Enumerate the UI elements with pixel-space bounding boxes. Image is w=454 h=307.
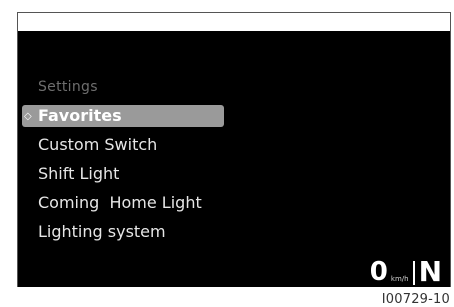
menu-item-label: Shift Light	[38, 164, 120, 183]
menu-item-label: Coming Home Light	[38, 193, 202, 212]
speed-value: 0	[369, 257, 388, 287]
menu-item-coming-home-light[interactable]: Coming Home Light	[38, 192, 202, 214]
menu-item-favorites[interactable]: ◇ Favorites	[22, 105, 224, 127]
dashboard-screen: Settings ◇ Favorites Custom Switch Shift …	[18, 31, 450, 287]
menu-item-shift-light[interactable]: Shift Light	[38, 163, 119, 185]
menu-item-custom-switch[interactable]: Custom Switch	[38, 134, 157, 156]
menu-item-label: Custom Switch	[38, 135, 158, 154]
figure-caption: I00729-10	[381, 292, 450, 307]
diamond-outline-icon: ◇	[24, 110, 32, 122]
speed-unit: km/h	[390, 275, 409, 283]
menu-item-label: Lighting system	[38, 222, 166, 241]
menu-item-label: Favorites	[38, 106, 122, 125]
menu-item-lighting-system[interactable]: Lighting system	[38, 221, 166, 243]
divider	[412, 261, 415, 285]
status-readout: 0 km/h N	[369, 255, 442, 288]
gear-indicator: N	[418, 255, 442, 288]
menu-title: Settings	[38, 79, 98, 95]
